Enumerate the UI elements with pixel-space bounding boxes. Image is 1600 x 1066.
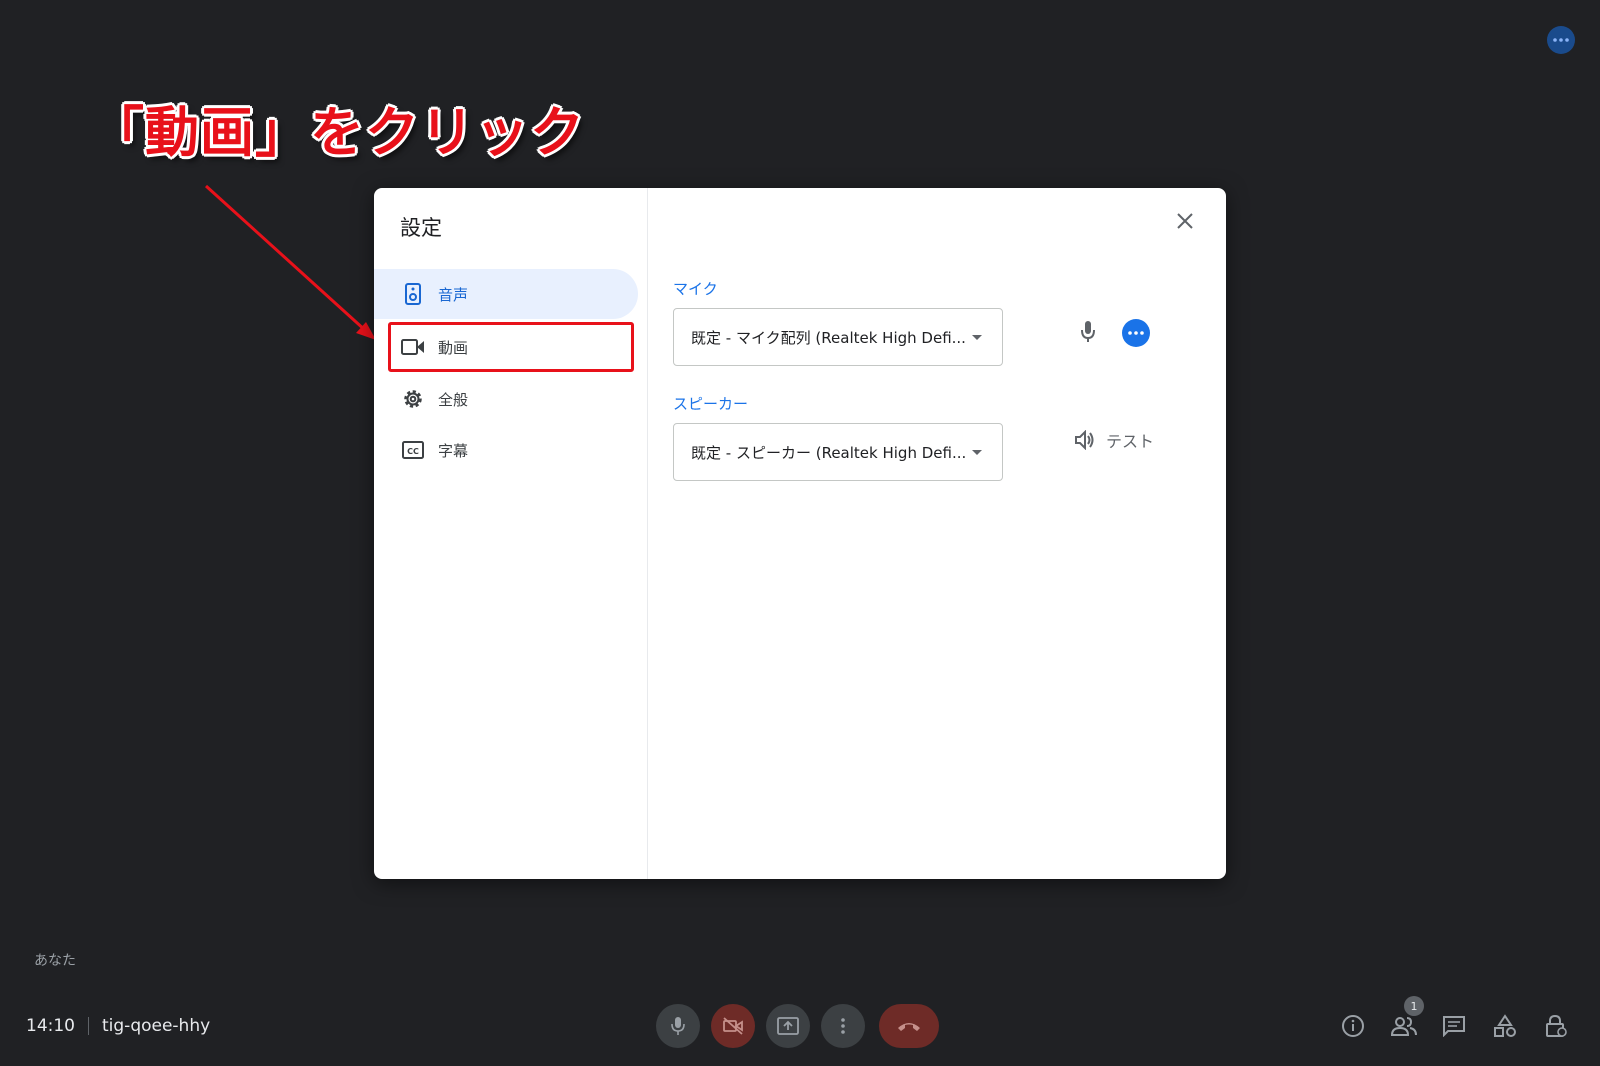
more-vert-icon [841,1018,845,1034]
closed-caption-icon: CC [400,437,426,463]
speaker-test-button[interactable]: テスト [1074,428,1154,452]
activities-button[interactable] [1492,1013,1518,1039]
mic-section-label: マイク [673,280,718,298]
participants-button[interactable] [1391,1013,1417,1039]
mic-select-value: 既定 - マイク配列 (Realtek High Defi... [691,328,966,347]
nav-item-general[interactable]: 全般 [374,374,638,424]
chat-button[interactable] [1441,1013,1467,1039]
divider [88,1017,89,1035]
mic-more-button[interactable] [1122,319,1150,347]
annotation-highlight-box [388,322,634,372]
present-icon [777,1017,799,1035]
mic-icon [671,1017,685,1035]
speaker-select[interactable]: 既定 - スピーカー (Realtek High Defi... [673,423,1003,481]
nav-item-label: 全般 [438,390,469,409]
chat-icon [1443,1016,1465,1037]
more-horiz-icon [1553,38,1569,42]
close-icon [1177,213,1193,229]
mic-level-icon [1080,320,1096,348]
chevron-down-icon [972,450,982,455]
mic-select[interactable]: 既定 - マイク配列 (Realtek High Defi... [673,308,1003,366]
speaker-select-value: 既定 - スピーカー (Realtek High Defi... [691,443,967,462]
meeting-details-button[interactable] [1340,1013,1366,1039]
shapes-icon [1494,1014,1516,1037]
meeting-info: 14:10 tig-qoee-hhy [26,1016,210,1036]
nav-item-label: 音声 [438,285,469,304]
people-icon [1391,1017,1417,1036]
leave-call-button[interactable] [879,1004,939,1048]
settings-dialog: 設定 音声 動画 全般 CC 字幕 マイク 既定 - マイク配列 (Realte… [374,188,1226,879]
speaker-icon [400,281,426,307]
more-horiz-icon [1128,331,1144,335]
close-button[interactable] [1170,206,1200,236]
test-label: テスト [1106,432,1155,451]
nav-item-captions[interactable]: CC 字幕 [374,425,638,475]
nav-item-audio[interactable]: 音声 [374,269,638,319]
host-controls-button[interactable] [1543,1013,1569,1039]
volume-icon [1075,430,1094,450]
self-tile-label: あなた [34,953,76,969]
lock-person-icon [1546,1014,1567,1037]
settings-sidebar: 設定 音声 動画 全般 CC 字幕 [374,188,648,879]
dialog-title: 設定 [400,216,442,240]
more-options-bottom-button[interactable] [821,1004,865,1048]
clock-time: 14:10 [26,1016,75,1036]
meeting-code: tig-qoee-hhy [102,1016,211,1036]
annotation-arrow [204,184,376,340]
mic-toggle-button[interactable] [656,1004,700,1048]
video-off-icon [723,1017,743,1035]
svg-text:CC: CC [407,447,419,456]
hangup-icon [898,1023,920,1031]
nav-item-label: 字幕 [438,441,469,460]
speaker-section-label: スピーカー [673,395,749,413]
gear-icon [400,386,426,412]
chevron-down-icon [972,335,982,340]
annotation-callout: 「動画」をクリック [90,101,585,164]
info-icon [1342,1015,1364,1037]
present-screen-button[interactable] [766,1004,810,1048]
more-options-button[interactable] [1547,26,1575,54]
camera-toggle-button[interactable] [711,1004,755,1048]
